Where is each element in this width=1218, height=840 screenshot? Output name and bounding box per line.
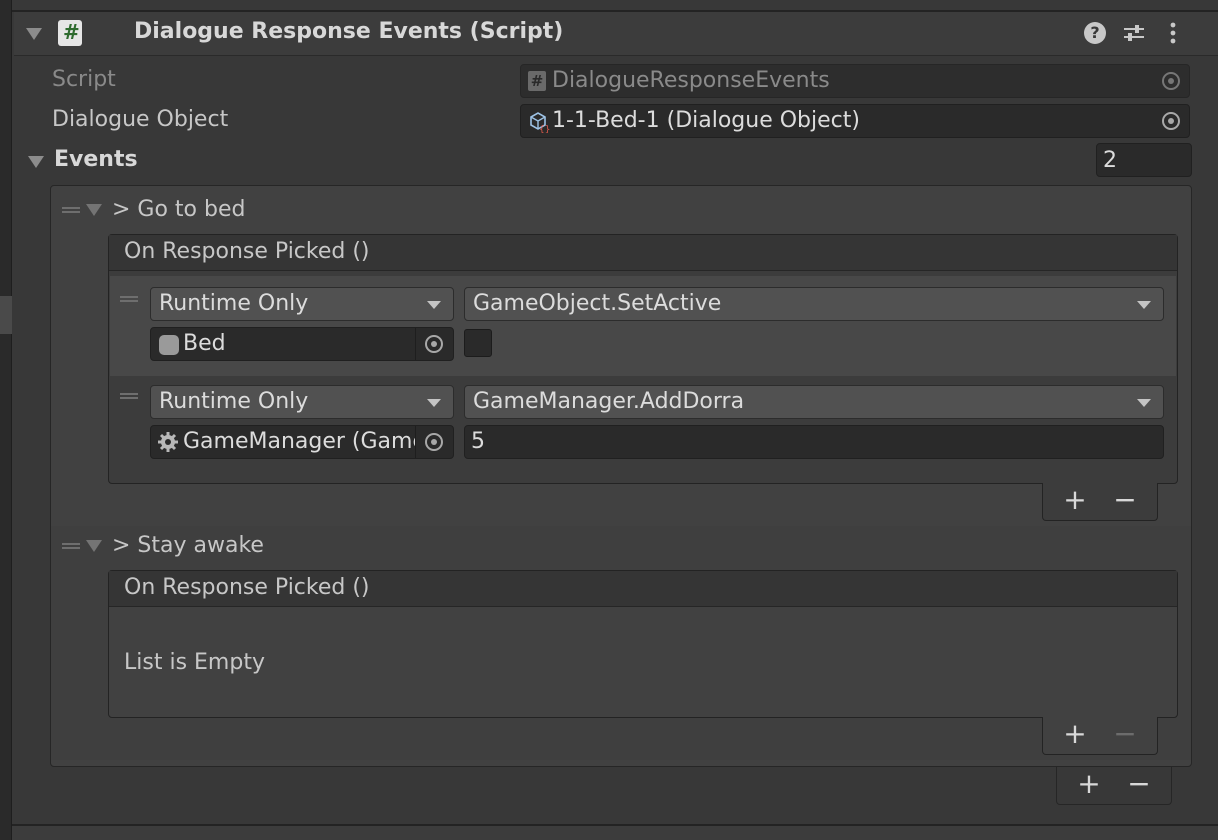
target-object-value: Bed bbox=[183, 331, 226, 356]
hash-script-icon: # bbox=[528, 71, 546, 91]
drag-handle-icon[interactable] bbox=[62, 207, 80, 213]
chevron-down-icon bbox=[1137, 399, 1151, 407]
drag-handle-icon[interactable] bbox=[120, 296, 138, 302]
unity-event-title: On Response Picked () bbox=[124, 575, 370, 600]
runtime-mode-value: Runtime Only bbox=[159, 291, 309, 316]
event-name: > Stay awake bbox=[112, 533, 264, 558]
event-foldout-icon[interactable] bbox=[86, 204, 102, 216]
field-divider bbox=[415, 328, 416, 360]
function-value: GameObject.SetActive bbox=[473, 291, 722, 316]
remove-event-button[interactable]: − bbox=[1125, 770, 1153, 798]
gear-icon bbox=[157, 431, 179, 453]
listener-footer bbox=[1042, 483, 1158, 521]
foldout-arrow-icon[interactable] bbox=[26, 28, 42, 40]
drag-handle-icon[interactable] bbox=[62, 543, 80, 549]
empty-list-text: List is Empty bbox=[124, 650, 265, 675]
script-label: Script bbox=[52, 67, 116, 92]
events-count-field[interactable]: 2 bbox=[1096, 143, 1192, 177]
chevron-down-icon bbox=[1137, 301, 1151, 309]
component-title: Dialogue Response Events (Script) bbox=[134, 19, 564, 44]
events-count: 2 bbox=[1103, 148, 1117, 173]
runtime-mode-dropdown[interactable]: Runtime Only bbox=[150, 385, 454, 419]
object-picker-icon[interactable] bbox=[1162, 112, 1180, 130]
script-value: DialogueResponseEvents bbox=[552, 68, 830, 93]
event-foldout-icon[interactable] bbox=[86, 540, 102, 552]
chevron-down-icon bbox=[427, 301, 441, 309]
dialogue-object-value: 1-1-Bed-1 (Dialogue Object) bbox=[552, 108, 860, 133]
target-object-field[interactable]: Bed bbox=[150, 327, 454, 361]
remove-listener-button: − bbox=[1113, 717, 1137, 750]
drag-handle-icon[interactable] bbox=[120, 393, 138, 399]
int-argument-value: 5 bbox=[471, 429, 485, 454]
events-label: Events bbox=[54, 147, 138, 172]
hash-script-icon: # bbox=[58, 20, 82, 46]
field-divider bbox=[415, 426, 416, 458]
target-object-field[interactable]: GameManager (Game bbox=[150, 425, 454, 459]
object-picker-icon bbox=[1162, 72, 1180, 90]
target-object-value: GameManager (Game bbox=[183, 429, 415, 454]
svg-text:{}: {} bbox=[539, 125, 550, 133]
left-panel-selection bbox=[0, 296, 12, 334]
runtime-mode-value: Runtime Only bbox=[159, 389, 309, 414]
presets-icon[interactable] bbox=[1122, 22, 1146, 44]
left-panel-edge bbox=[0, 0, 12, 840]
gameobject-cube-icon bbox=[159, 335, 179, 355]
function-dropdown[interactable]: GameObject.SetActive bbox=[464, 287, 1164, 321]
add-listener-button[interactable]: + bbox=[1061, 720, 1089, 748]
dialogue-object-label: Dialogue Object bbox=[52, 107, 229, 132]
events-foldout-icon[interactable] bbox=[28, 156, 44, 168]
function-value: GameManager.AddDorra bbox=[473, 389, 745, 414]
event-name: > Go to bed bbox=[112, 197, 246, 222]
int-argument-field[interactable]: 5 bbox=[464, 425, 1164, 459]
next-component-header[interactable] bbox=[12, 824, 1218, 840]
object-picker-icon[interactable] bbox=[425, 433, 443, 451]
remove-listener-button[interactable]: − bbox=[1111, 486, 1139, 514]
chevron-down-icon bbox=[427, 399, 441, 407]
add-event-button[interactable]: + bbox=[1075, 770, 1103, 798]
function-dropdown[interactable]: GameManager.AddDorra bbox=[464, 385, 1164, 419]
unity-event-title: On Response Picked () bbox=[124, 239, 370, 264]
add-listener-button[interactable]: + bbox=[1061, 486, 1089, 514]
kebab-menu-icon[interactable] bbox=[1164, 22, 1182, 44]
dialogue-object-icon: {} bbox=[528, 111, 550, 135]
events-footer bbox=[1056, 767, 1172, 805]
runtime-mode-dropdown[interactable]: Runtime Only bbox=[150, 287, 454, 321]
setactive-checkbox[interactable] bbox=[464, 329, 492, 357]
help-icon[interactable]: ? bbox=[1084, 22, 1106, 44]
object-picker-icon[interactable] bbox=[425, 335, 443, 353]
listener-footer bbox=[1042, 717, 1158, 755]
